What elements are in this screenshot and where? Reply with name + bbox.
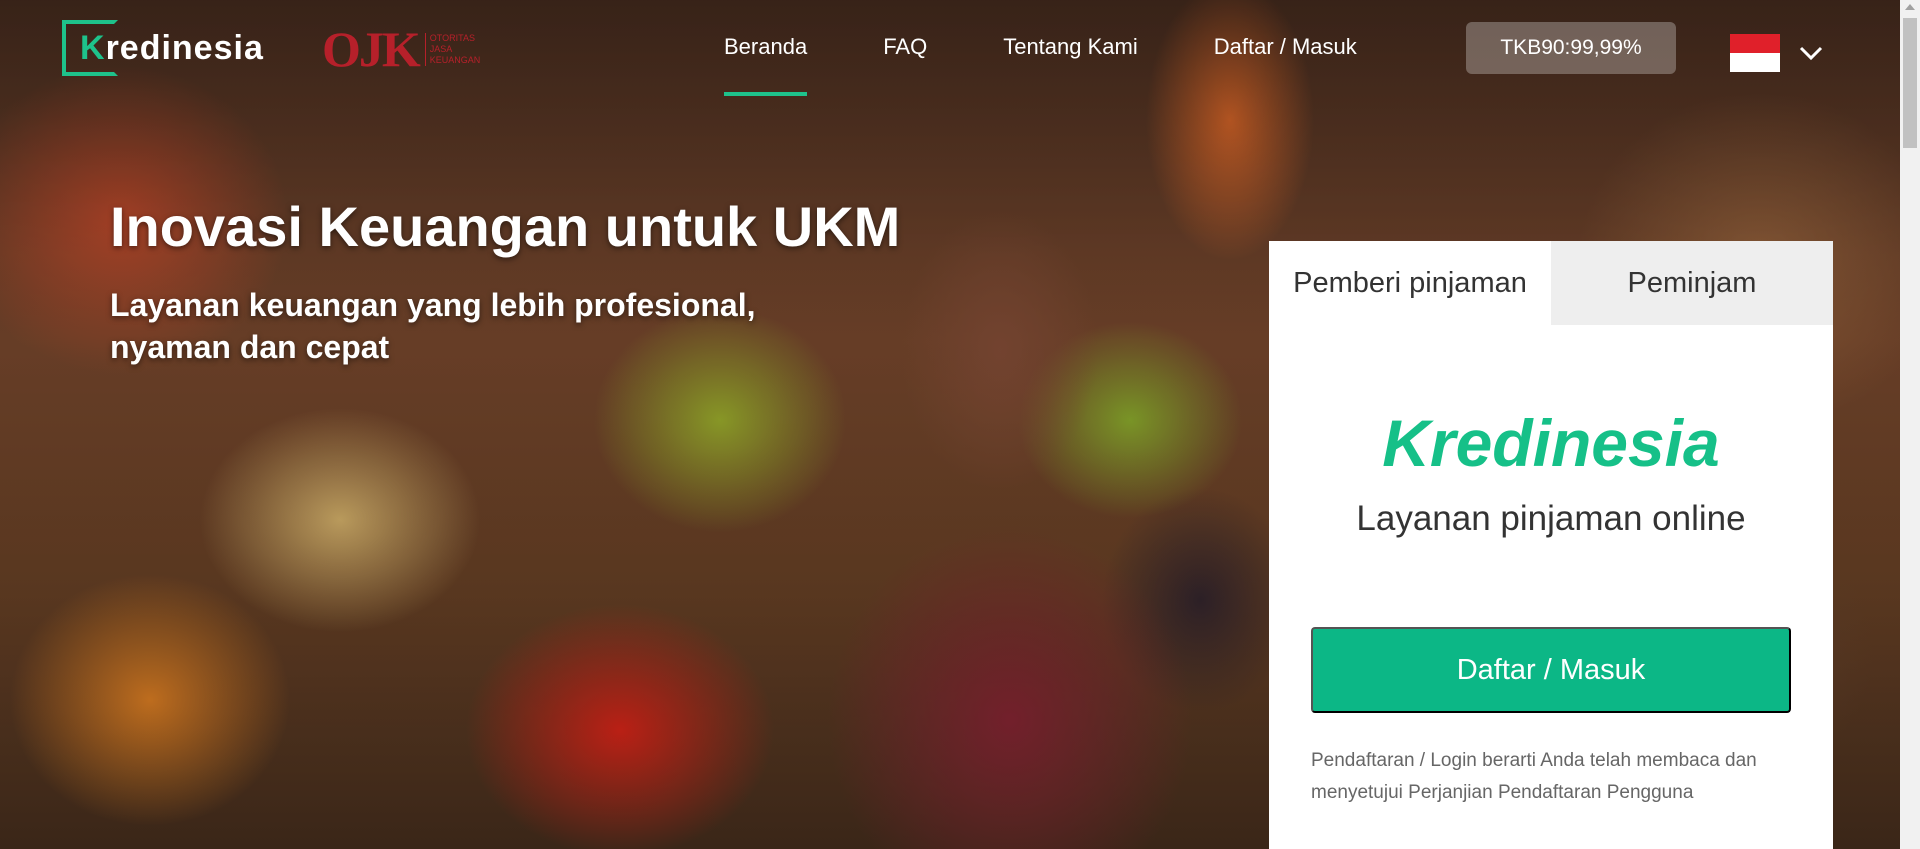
- ojk-logo: OJK OTORITAS JASA KEUANGAN: [322, 16, 506, 82]
- nav-faq[interactable]: FAQ: [883, 34, 927, 94]
- kredinesia-logo[interactable]: Kredinesia: [62, 20, 263, 76]
- terms-text: Pendaftaran / Login berarti Anda telah m…: [1311, 750, 1757, 803]
- site-header: Kredinesia OJK OTORITAS JASA KEUANGAN Be…: [0, 0, 1900, 100]
- ojk-subtitle: OTORITAS JASA KEUANGAN: [424, 32, 481, 66]
- daftar-masuk-button[interactable]: Daftar / Masuk: [1311, 627, 1791, 713]
- nav-beranda[interactable]: Beranda: [724, 34, 808, 96]
- scroll-up-arrow-icon[interactable]: [1905, 4, 1915, 10]
- nav-tentang-kami[interactable]: Tentang Kami: [1003, 34, 1138, 94]
- tab-pemberi-pinjaman[interactable]: Pemberi pinjaman: [1269, 241, 1551, 325]
- hero-title: Inovasi Keuangan untuk UKM: [110, 195, 901, 258]
- hero-subtitle: Layanan keuangan yang lebih profesional,…: [110, 287, 756, 365]
- nav-daftar-masuk[interactable]: Daftar / Masuk: [1214, 34, 1357, 94]
- logo-text: Kredinesia: [80, 28, 264, 67]
- indonesia-flag-icon[interactable]: [1730, 34, 1780, 72]
- ojk-sub-line: OTORITAS: [429, 32, 475, 43]
- ojk-sub-line: JASA: [429, 43, 453, 54]
- scroll-thumb[interactable]: [1903, 18, 1917, 148]
- panel-tagline: Layanan pinjaman online: [1356, 499, 1746, 538]
- user-type-tabs: Pemberi pinjaman Peminjam: [1269, 241, 1833, 325]
- chevron-down-icon[interactable]: [1796, 38, 1826, 68]
- panel-brand-title: Kredinesia: [1382, 406, 1720, 480]
- tab-peminjam[interactable]: Peminjam: [1551, 241, 1833, 325]
- tkb-badge[interactable]: TKB90:99,99%: [1466, 22, 1676, 74]
- page-scrollbar[interactable]: [1900, 0, 1920, 849]
- main-nav: Beranda FAQ Tentang Kami Daftar / Masuk: [724, 34, 1357, 96]
- ojk-mark: OJK: [322, 21, 421, 77]
- login-panel: Pemberi pinjaman Peminjam Kredinesia Lay…: [1269, 241, 1833, 849]
- ojk-sub-line: KEUANGAN: [429, 54, 481, 65]
